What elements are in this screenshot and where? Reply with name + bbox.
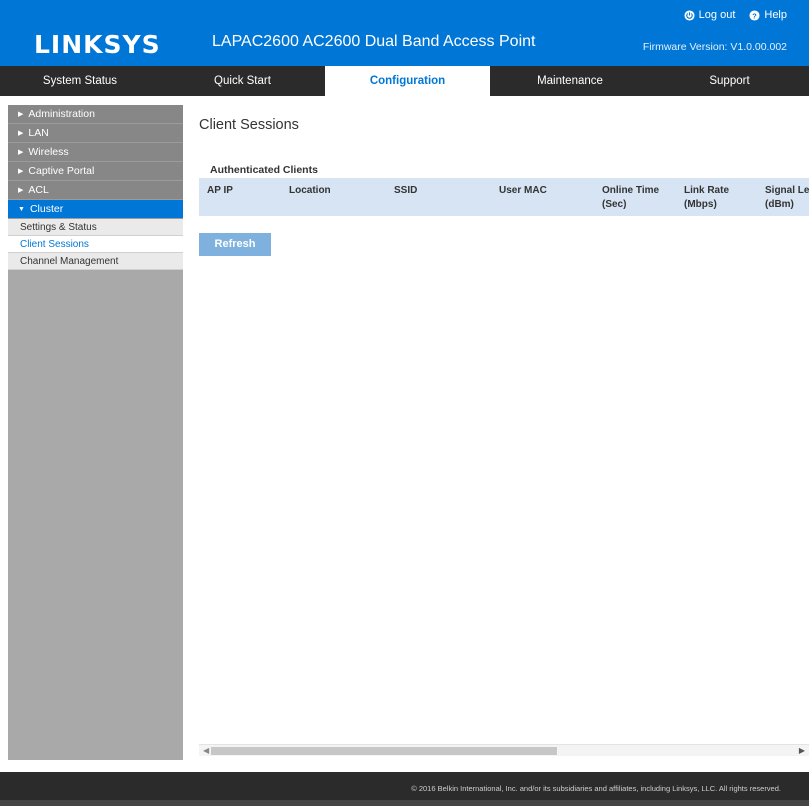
column-header-signal-level[interactable]: Signal Le (dBm) [765,184,809,212]
column-header-user-mac[interactable]: User MAC [499,184,547,198]
help-icon: ? [749,9,760,21]
sidebar-item-captive-portal[interactable]: ▶ Captive Portal [8,162,183,181]
caret-right-icon: ▶ [18,111,24,118]
tab-quick-start[interactable]: Quick Start [160,66,325,96]
header-bar: LINKSYS LAPAC2600 AC2600 Dual Band Acces… [0,0,809,66]
logout-label: Log out [698,9,736,21]
scroll-right-icon[interactable]: ▶ [799,745,805,757]
tab-maintenance[interactable]: Maintenance [490,66,650,96]
column-header-line2: (dBm) [765,199,794,210]
footer-bottom-strip [0,800,809,806]
column-header-line1: User MAC [499,185,547,196]
column-header-line1: Link Rate [684,185,730,196]
help-link[interactable]: ? Help [749,9,787,21]
sidebar: ▶ Administration ▶ LAN ▶ Wireless ▶ Captive … [8,105,183,760]
caret-right-icon: ▶ [18,149,24,156]
column-header-online-time[interactable]: Online Time (Sec) [602,184,659,212]
column-header-line1: AP IP [207,185,233,196]
sidebar-item-label: Wireless [28,146,69,158]
column-header-line1: Location [289,185,331,196]
tab-system-status[interactable]: System Status [0,66,160,96]
top-links: Log out ? Help [684,9,787,21]
product-title: LAPAC2600 AC2600 Dual Band Access Point [212,33,536,50]
refresh-button[interactable]: Refresh [199,233,271,256]
sidebar-item-label: LAN [28,127,49,139]
linksys-logo: LINKSYS [34,30,161,59]
column-header-link-rate[interactable]: Link Rate (Mbps) [684,184,729,212]
sidebar-item-label: Administration [28,108,95,120]
scrollbar-thumb[interactable] [211,747,557,755]
firmware-version: Firmware Version: V1.0.00.002 [642,41,787,53]
sidebar-item-cluster[interactable]: ▼ Cluster [8,200,183,219]
caret-right-icon: ▶ [18,168,24,175]
sidebar-item-label: Captive Portal [28,165,95,177]
sidebar-item-label: Cluster [29,203,64,215]
sidebar-item-lan[interactable]: ▶ LAN [8,124,183,143]
column-header-line2: (Sec) [602,199,627,210]
power-icon [684,9,695,21]
tab-configuration[interactable]: Configuration [325,66,490,96]
help-label: Help [764,9,787,21]
column-header-line1: Online Time [602,185,660,196]
copyright-text: © 2016 Belkin International, Inc. and/or… [411,784,781,793]
logout-link[interactable]: Log out [684,9,736,21]
caret-down-icon: ▼ [18,206,25,213]
sidebar-item-label: ACL [28,184,49,196]
sidebar-subitem-channel-management[interactable]: Channel Management [8,253,183,270]
column-header-location[interactable]: Location [289,184,331,198]
horizontal-scrollbar[interactable]: ◀ ▶ [199,744,809,756]
caret-right-icon: ▶ [18,187,24,194]
column-header-line1: SSID [394,185,418,196]
column-header-line1: Signal Le [765,185,809,196]
main-nav: System Status Quick Start Configuration … [0,66,809,96]
scroll-left-icon[interactable]: ◀ [203,745,209,757]
column-header-ap-ip[interactable]: AP IP [207,184,233,198]
caret-right-icon: ▶ [18,130,24,137]
table-header: AP IP Location SSID User MAC Online Time… [199,178,809,216]
sidebar-item-administration[interactable]: ▶ Administration [8,105,183,124]
section-label: Authenticated Clients [210,164,318,176]
tab-support[interactable]: Support [650,66,809,96]
sidebar-item-wireless[interactable]: ▶ Wireless [8,143,183,162]
sidebar-subitem-settings-status[interactable]: Settings & Status [8,219,183,236]
svg-text:?: ? [753,11,758,20]
sidebar-item-acl[interactable]: ▶ ACL [8,181,183,200]
column-header-line2: (Mbps) [684,199,717,210]
page-title: Client Sessions [199,117,299,133]
sidebar-subitem-client-sessions[interactable]: Client Sessions [8,236,183,253]
column-header-ssid[interactable]: SSID [394,184,417,198]
